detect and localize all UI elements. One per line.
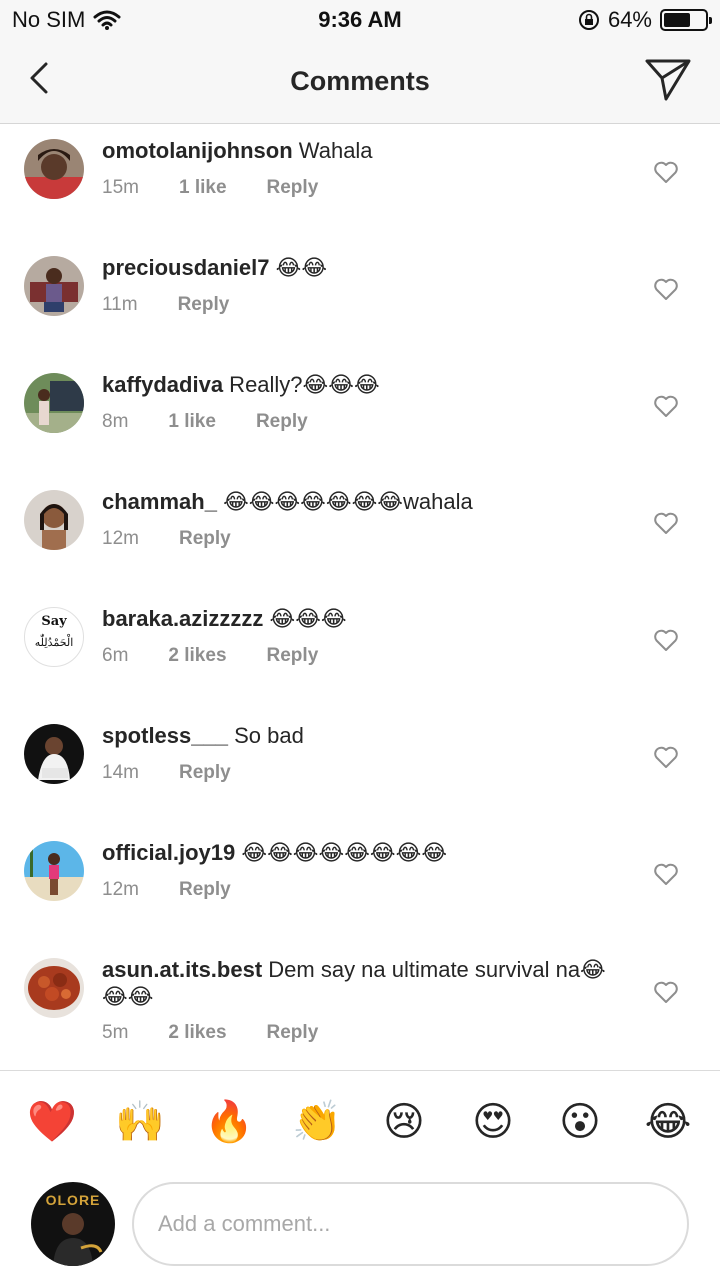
avatar[interactable] (24, 256, 84, 316)
comment-username[interactable]: official.joy19 (102, 840, 235, 865)
avatar-image (24, 373, 84, 433)
comment-text: omotolanijohnson Wahala (102, 137, 622, 164)
heart-outline-icon[interactable] (653, 160, 679, 184)
heart-outline-icon[interactable] (653, 511, 679, 535)
comment-text: chammah_ 😂😂😂😂😂😂😂wahala (102, 488, 622, 515)
heart-outline-icon[interactable] (653, 862, 679, 886)
avatar[interactable] (24, 958, 84, 1018)
comment-body: 😂😂😂😂😂😂😂wahala (216, 489, 473, 514)
avatar-image (24, 256, 84, 316)
heart-outline-icon[interactable] (653, 394, 679, 418)
avatar-caption: Say (41, 614, 67, 629)
reply-button[interactable]: Reply (178, 294, 230, 316)
comment-meta: 12m Reply (102, 879, 231, 901)
avatar-image (24, 958, 84, 1018)
reply-button[interactable]: Reply (179, 879, 231, 901)
comment-meta: 15m 1 like Reply (102, 177, 318, 199)
emoji-bar-divider (0, 1070, 720, 1071)
comment-likes[interactable]: 2 likes (168, 645, 226, 667)
battery-percent: 64% (607, 7, 652, 32)
avatar[interactable] (24, 724, 84, 784)
emoji-fire[interactable]: 🔥 (204, 1098, 254, 1146)
comment-body: 😂😂 (269, 255, 328, 280)
avatar-image (24, 724, 84, 784)
avatar[interactable] (24, 490, 84, 550)
comment-body: Wahala (292, 138, 373, 163)
emoji-heart[interactable]: ❤️ (27, 1098, 77, 1146)
reply-button[interactable]: Reply (179, 762, 231, 784)
paper-plane-icon[interactable] (644, 56, 692, 102)
comment-time: 12m (102, 879, 139, 900)
comment-time: 15m (102, 177, 139, 198)
comment-body: So bad (227, 723, 304, 748)
avatar-caption-arabic: الْحَمْدُلِلّٰه (34, 636, 74, 649)
heart-outline-icon[interactable] (653, 745, 679, 769)
emoji-heart-eyes[interactable]: 😍 (469, 1098, 517, 1146)
comment-time: 14m (102, 762, 139, 783)
comment-username[interactable]: preciousdaniel7 (102, 255, 270, 280)
comment-username[interactable]: chammah_ (102, 489, 217, 514)
emoji-laughing[interactable]: 😂 (644, 1098, 692, 1146)
avatar-image (24, 139, 84, 199)
comment-username[interactable]: asun.at.its.best (102, 957, 262, 982)
avatar-image (24, 490, 84, 550)
comment-meta: 12m Reply (102, 528, 231, 550)
reply-button[interactable]: Reply (267, 177, 319, 199)
comment-time: 6m (102, 645, 129, 666)
reply-button[interactable]: Reply (179, 528, 231, 550)
comments-list: omotolanijohnson Wahala 15m 1 like Reply… (0, 124, 720, 1070)
nav-bar: Comments (0, 40, 720, 124)
comment-time: 12m (102, 528, 139, 549)
comment-text: asun.at.its.best Dem say na ultimate sur… (102, 956, 622, 1010)
comment-text: official.joy19 😂😂😂😂😂😂😂😂 (102, 839, 622, 866)
heart-outline-icon[interactable] (653, 277, 679, 301)
rotation-lock-icon (578, 10, 599, 30)
comment-text: baraka.azizzzzz 😂😂😂 (102, 605, 622, 632)
comment-likes[interactable]: 2 likes (168, 1022, 226, 1044)
my-avatar[interactable]: OLORE (31, 1182, 115, 1266)
reply-button[interactable]: Reply (267, 645, 319, 667)
comment-body: 😂😂😂😂😂😂😂😂 (235, 840, 448, 865)
comment-meta: 5m 2 likes Reply (102, 1022, 318, 1044)
comment-time: 8m (102, 411, 129, 432)
status-bar: No SIM 9:36 AM 64% (0, 0, 720, 40)
battery-icon (660, 9, 712, 31)
heart-outline-icon[interactable] (653, 980, 679, 1004)
comment-text: kaffydadiva Really?😂😂😂 (102, 371, 622, 398)
comment-username[interactable]: baraka.azizzzzz (102, 606, 263, 631)
page-title: Comments (290, 66, 430, 96)
comment-username[interactable]: omotolanijohnson (102, 138, 293, 163)
comment-username[interactable]: spotless___ (102, 723, 228, 748)
battery-level (664, 13, 690, 27)
comment-text: spotless___ So bad (102, 722, 622, 749)
heart-outline-icon[interactable] (653, 628, 679, 652)
comment-username[interactable]: kaffydadiva (102, 372, 223, 397)
avatar[interactable]: Say الْحَمْدُلِلّٰه (24, 607, 84, 667)
comment-meta: 8m 1 like Reply (102, 411, 308, 433)
comment-likes[interactable]: 1 like (179, 177, 227, 199)
avatar[interactable] (24, 139, 84, 199)
comment-body: 😂😂😂 (263, 606, 347, 631)
comment-meta: 11m Reply (102, 294, 229, 316)
comment-input[interactable] (132, 1182, 689, 1266)
comment-time: 5m (102, 1022, 129, 1043)
emoji-crying[interactable]: 😢 (380, 1098, 428, 1146)
avatar-image (24, 841, 84, 901)
avatar-image (53, 1213, 103, 1266)
comment-meta: 6m 2 likes Reply (102, 645, 318, 667)
comment-time: 11m (102, 294, 138, 315)
comment-meta: 14m Reply (102, 762, 231, 784)
reply-button[interactable]: Reply (267, 1022, 319, 1044)
emoji-raised-hands[interactable]: 🙌 (115, 1098, 165, 1146)
comment-likes[interactable]: 1 like (168, 411, 216, 433)
status-right: 64% (578, 7, 712, 33)
emoji-surprised[interactable]: 😮 (556, 1098, 604, 1146)
comment-text: preciousdaniel7 😂😂 (102, 254, 622, 281)
avatar[interactable] (24, 373, 84, 433)
comment-body: Really?😂😂😂 (223, 372, 380, 397)
reply-button[interactable]: Reply (256, 411, 308, 433)
avatar[interactable] (24, 841, 84, 901)
emoji-clap[interactable]: 👏 (292, 1098, 342, 1146)
